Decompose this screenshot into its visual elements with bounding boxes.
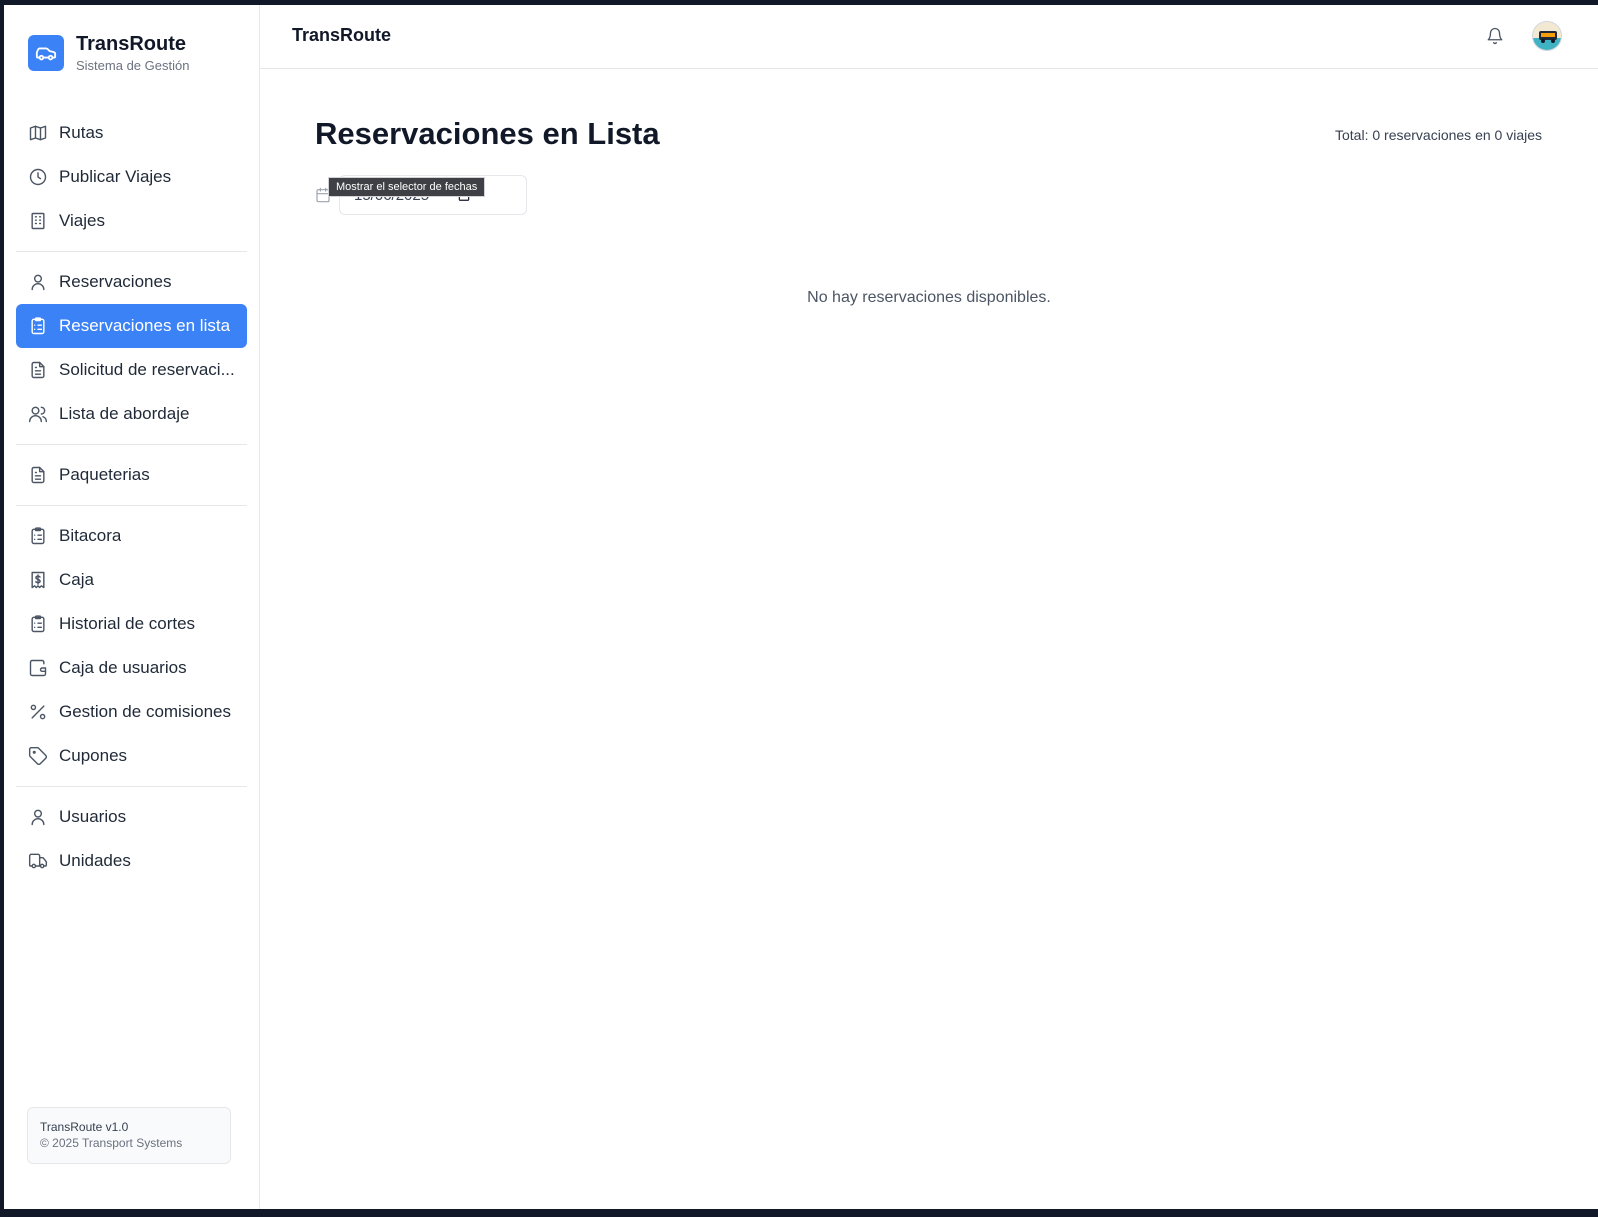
topbar: TransRoute <box>260 5 1598 69</box>
sidebar-item-label: Reservaciones <box>59 272 172 291</box>
sidebar-item-caja[interactable]: Caja <box>16 558 247 602</box>
users-icon <box>27 403 49 425</box>
sidebar-item-paqueterias[interactable]: Paqueterias <box>16 453 247 497</box>
clipboard-list-icon <box>27 525 49 547</box>
sidebar-nav: Rutas Publicar Viajes Viajes Reservaciones R… <box>16 111 247 883</box>
copyright: © 2025 Transport Systems <box>40 1136 183 1150</box>
sidebar-item-gestion-de-comisiones[interactable]: Gestion de comisiones <box>16 690 247 734</box>
sidebar-item-label: Historial de cortes <box>59 614 196 633</box>
brand-title: TransRoute <box>76 33 187 55</box>
sidebar-item-historial-de-cortes[interactable]: Historial de cortes <box>16 602 247 646</box>
sidebar-item-solicitud-de-reservaci[interactable]: Solicitud de reservaci... <box>16 348 247 392</box>
tag-icon <box>27 745 49 767</box>
nav-divider <box>16 505 247 506</box>
brand-subtitle: Sistema de Gestión <box>76 58 190 73</box>
nav-divider <box>16 786 247 787</box>
sidebar-item-rutas[interactable]: Rutas <box>16 111 247 155</box>
sidebar-item-label: Gestion de comisiones <box>59 702 231 721</box>
sidebar-item-label: Paqueterias <box>59 465 150 484</box>
avatar[interactable] <box>1532 21 1562 51</box>
wallet-icon <box>27 657 49 679</box>
sidebar-item-label: Viajes <box>59 211 105 230</box>
total-summary: Total: 0 reservaciones en 0 viajes <box>1335 127 1542 143</box>
car-icon <box>28 35 64 71</box>
empty-state-message: No hay reservaciones disponibles. <box>807 289 1051 306</box>
sidebar-item-publicar-viajes[interactable]: Publicar Viajes <box>16 155 247 199</box>
brand[interactable]: TransRoute Sistema de Gestión <box>28 32 189 74</box>
file-text-icon <box>27 464 49 486</box>
sidebar-item-unidades[interactable]: Unidades <box>16 839 247 883</box>
sidebar-item-viajes[interactable]: Viajes <box>16 199 247 243</box>
sidebar-item-label: Caja de usuarios <box>59 658 187 677</box>
sidebar-item-label: Bitacora <box>59 526 122 545</box>
sidebar-item-label: Reservaciones en lista <box>59 316 231 335</box>
sidebar: TransRoute Sistema de Gestión Rutas Publi… <box>4 5 260 1209</box>
truck-icon <box>27 850 49 872</box>
file-text-icon <box>27 359 49 381</box>
sidebar-item-label: Cupones <box>59 746 128 765</box>
sidebar-item-label: Lista de abordaje <box>59 404 190 423</box>
topbar-title: TransRoute <box>292 25 392 45</box>
building-icon <box>27 210 49 232</box>
sidebar-item-label: Solicitud de reservaci... <box>59 360 235 379</box>
sidebar-item-lista-de-abordaje[interactable]: Lista de abordaje <box>16 392 247 436</box>
clipboard-list-icon <box>27 613 49 635</box>
app-window: TransRoute Sistema de Gestión Rutas Publi… <box>4 5 1598 1209</box>
percent-icon <box>27 701 49 723</box>
app-version: TransRoute v1.0 <box>40 1120 129 1134</box>
sidebar-item-label: Usuarios <box>59 807 127 826</box>
sidebar-footer: TransRoute v1.0 © 2025 Transport Systems <box>27 1107 231 1164</box>
sidebar-item-label: Publicar Viajes <box>59 167 172 186</box>
date-picker-tooltip: Mostrar el selector de fechas <box>328 177 486 197</box>
sidebar-item-label: Caja <box>59 570 94 589</box>
nav-divider <box>16 251 247 252</box>
user-icon <box>27 806 49 828</box>
sidebar-item-label: Unidades <box>59 851 131 870</box>
sidebar-item-label: Rutas <box>59 123 104 142</box>
sidebar-item-usuarios[interactable]: Usuarios <box>16 795 247 839</box>
clipboard-list-icon <box>27 315 49 337</box>
sidebar-item-reservaciones-en-lista[interactable]: Reservaciones en lista <box>16 304 247 348</box>
clock-icon <box>27 166 49 188</box>
sidebar-item-cupones[interactable]: Cupones <box>16 734 247 778</box>
sidebar-item-caja-de-usuarios[interactable]: Caja de usuarios <box>16 646 247 690</box>
dollar-receipt-icon <box>27 569 49 591</box>
map-icon <box>27 122 49 144</box>
nav-divider <box>16 444 247 445</box>
main-content: TransRoute Reservaciones en Lista Total:… <box>260 5 1598 1209</box>
user-icon <box>27 271 49 293</box>
bell-icon[interactable] <box>1486 27 1506 47</box>
sidebar-item-reservaciones[interactable]: Reservaciones <box>16 260 247 304</box>
sidebar-item-bitacora[interactable]: Bitacora <box>16 514 247 558</box>
page-title: Reservaciones en Lista <box>315 116 660 151</box>
